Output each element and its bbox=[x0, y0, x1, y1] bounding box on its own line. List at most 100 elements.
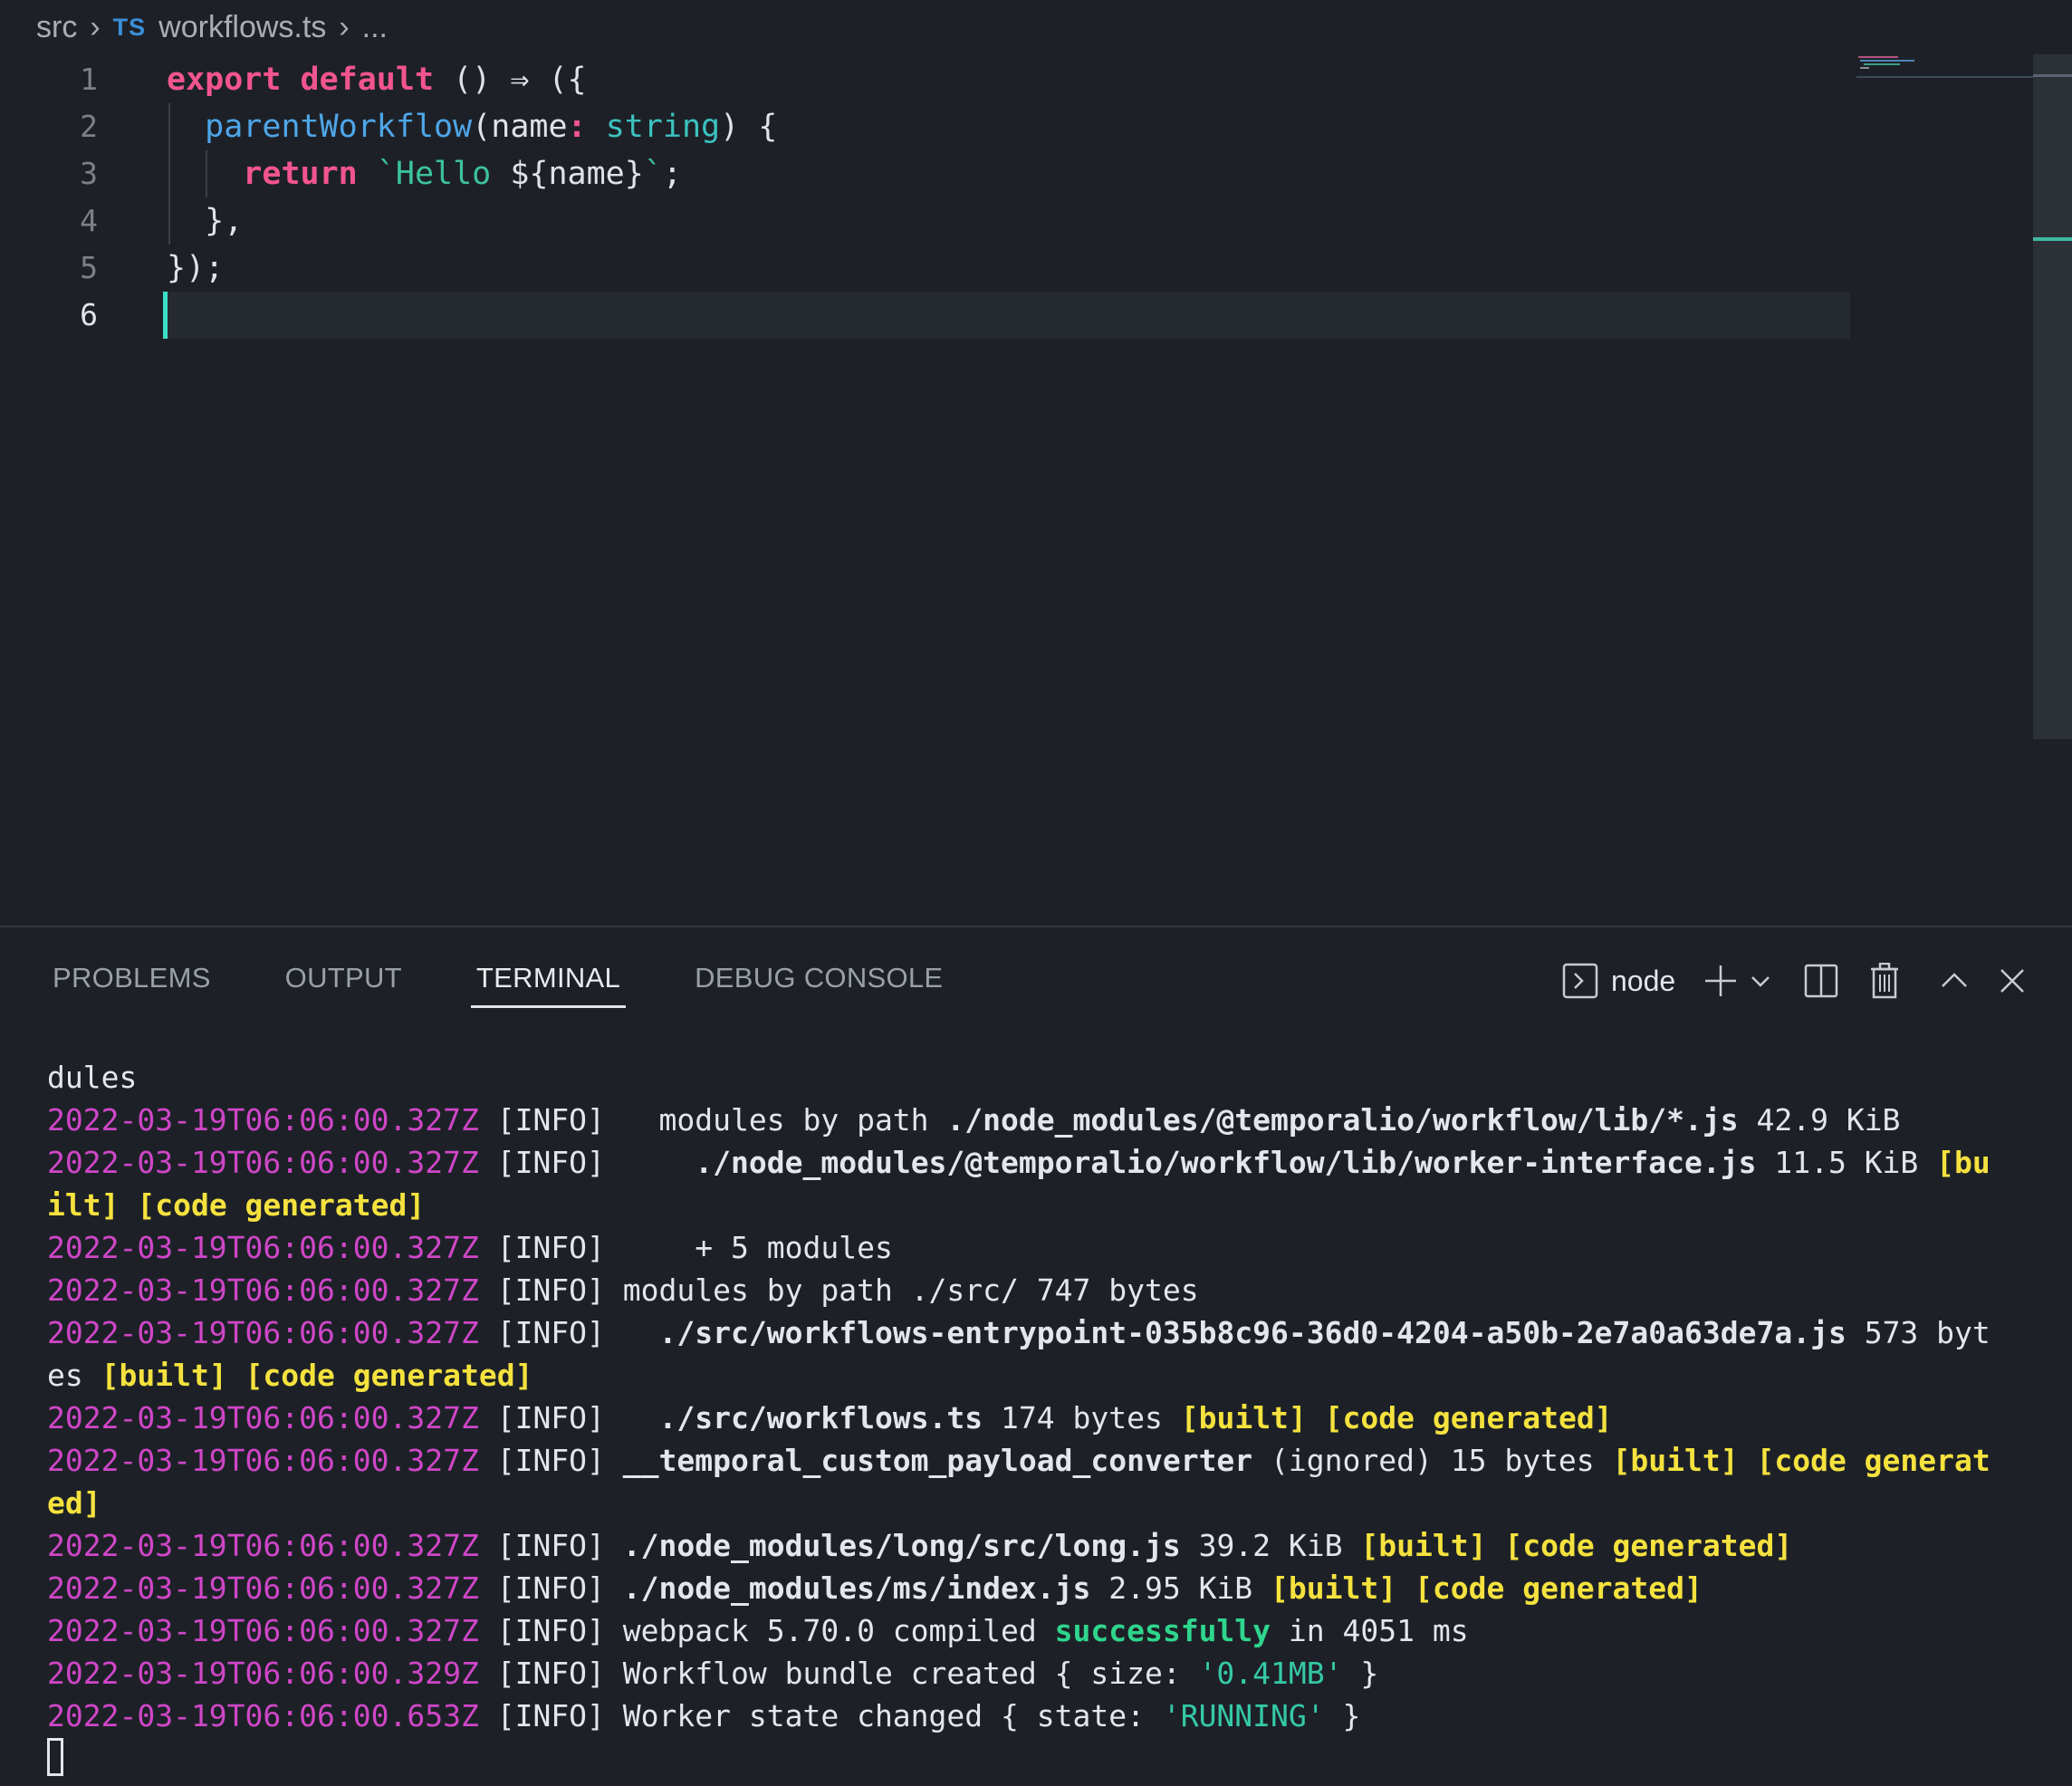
punctuation: }); bbox=[167, 250, 225, 286]
terminal-icon[interactable] bbox=[1562, 963, 1598, 999]
terminal-line: 2022-03-19T06:06:00.327Z [INFO] webpack … bbox=[47, 1609, 2048, 1652]
log-flag: [built] bbox=[101, 1358, 227, 1393]
terminal-line: dules bbox=[47, 1056, 2048, 1099]
code-text[interactable]: export default () ⇒ ({ parentWorkflow(na… bbox=[163, 56, 1850, 339]
terminal-line: 2022-03-19T06:06:00.327Z [INFO] ./node_m… bbox=[47, 1141, 2048, 1184]
log-path: ./src/workflows.ts bbox=[658, 1400, 983, 1436]
minimap-line bbox=[1858, 56, 1898, 58]
terminal-line: 2022-03-19T06:06:00.327Z [INFO] ./src/wo… bbox=[47, 1311, 2048, 1354]
code-line-5[interactable]: }); bbox=[167, 245, 1850, 292]
trash-icon[interactable] bbox=[1869, 963, 1900, 999]
keyword: export bbox=[167, 62, 282, 98]
tab-output[interactable]: OUTPUT bbox=[280, 955, 408, 1008]
breadcrumb-file[interactable]: workflows.ts bbox=[158, 10, 326, 45]
scrollbar-cursor-marker bbox=[2033, 237, 2072, 241]
tab-problems[interactable]: PROBLEMS bbox=[47, 955, 216, 1008]
line-number: 4 bbox=[80, 203, 98, 238]
close-icon[interactable] bbox=[2000, 968, 2025, 994]
punctuation: () ⇒ ({ bbox=[453, 62, 587, 98]
log-path: ./src/workflows-entrypoint-035b8c96-36d0… bbox=[658, 1315, 1847, 1350]
chevron-right-icon: › bbox=[339, 9, 350, 44]
keyword: default bbox=[300, 62, 435, 98]
terminal-cursor bbox=[47, 1738, 63, 1776]
log-flag: [code generated] bbox=[1415, 1570, 1703, 1606]
tab-debug-console[interactable]: DEBUG CONSOLE bbox=[689, 955, 948, 1008]
keyword: return bbox=[243, 156, 358, 192]
log-value: 'RUNNING' bbox=[1162, 1698, 1325, 1733]
line-number: 1 bbox=[80, 62, 98, 97]
log-timestamp: 2022-03-19T06:06:00.327Z bbox=[47, 1315, 479, 1350]
log-level: [INFO] bbox=[496, 1656, 605, 1691]
terminal-line: 2022-03-19T06:06:00.327Z [INFO] modules … bbox=[47, 1099, 2048, 1141]
log-level: [INFO] bbox=[496, 1443, 605, 1478]
terminal-line: ilt] [code generated] bbox=[47, 1184, 2048, 1226]
chevron-down-icon[interactable] bbox=[1750, 970, 1771, 992]
log-flag: [built] bbox=[1612, 1443, 1739, 1478]
bottom-panel: PROBLEMS OUTPUT TERMINAL DEBUG CONSOLE n… bbox=[0, 926, 2072, 1786]
log-level: [INFO] bbox=[496, 1528, 605, 1563]
log-level: [INFO] bbox=[496, 1145, 605, 1180]
terminal-prompt-line[interactable] bbox=[47, 1737, 2048, 1780]
line-number: 2 bbox=[80, 109, 98, 144]
terminal-line: 2022-03-19T06:06:00.327Z [INFO] ./node_m… bbox=[47, 1567, 2048, 1609]
log-flag: [code generated] bbox=[1504, 1528, 1793, 1563]
plus-icon[interactable] bbox=[1703, 963, 1739, 999]
log-timestamp: 2022-03-19T06:06:00.327Z bbox=[47, 1145, 479, 1180]
breadcrumb-folder[interactable]: src bbox=[36, 10, 77, 45]
log-path: ./node_modules/long/src/long.js bbox=[622, 1528, 1181, 1563]
log-text: dules bbox=[47, 1060, 138, 1095]
code-line-1[interactable]: export default () ⇒ ({ bbox=[167, 56, 1850, 103]
terminal-line: 2022-03-19T06:06:00.329Z [INFO] Workflow… bbox=[47, 1652, 2048, 1695]
code-line-3[interactable]: return `Hello ${name}`; bbox=[167, 150, 1850, 197]
log-timestamp: 2022-03-19T06:06:00.327Z bbox=[47, 1272, 479, 1308]
terminal-line: 2022-03-19T06:06:00.327Z [INFO] __tempor… bbox=[47, 1439, 2048, 1482]
log-text: webpack 5.70.0 compiled bbox=[622, 1613, 1055, 1648]
log-level: [INFO] bbox=[496, 1315, 605, 1350]
punctuation: ) { bbox=[720, 109, 778, 145]
log-text: + 5 modules bbox=[622, 1230, 893, 1265]
indent-guide bbox=[206, 150, 207, 197]
type-name: string bbox=[605, 109, 721, 145]
minimap-viewport bbox=[1856, 76, 2033, 78]
log-path: ./node_modules/@temporalio/workflow/lib/… bbox=[946, 1102, 1739, 1138]
log-size: 39.2 KiB bbox=[1180, 1528, 1361, 1563]
editor-scrollbar[interactable] bbox=[2033, 54, 2072, 739]
log-size: (ignored) 15 bytes bbox=[1252, 1443, 1613, 1478]
code-line-2[interactable]: parentWorkflow(name: string) { bbox=[167, 103, 1850, 150]
scrollbar-position-marker bbox=[2033, 74, 2072, 77]
log-level: [INFO] bbox=[496, 1698, 605, 1733]
log-flag: [code generated] bbox=[1324, 1400, 1613, 1436]
terminal-line: 2022-03-19T06:06:00.327Z [INFO] + 5 modu… bbox=[47, 1226, 2048, 1269]
log-level: [INFO] bbox=[496, 1230, 605, 1265]
log-level: [INFO] bbox=[496, 1102, 605, 1138]
editor-area[interactable]: src › TS workflows.ts › ... 1 2 3 4 5 6 … bbox=[0, 0, 2072, 926]
log-text: } bbox=[1324, 1698, 1361, 1733]
line-number: 3 bbox=[80, 156, 98, 191]
string-literal: `Hello bbox=[376, 156, 511, 192]
log-timestamp: 2022-03-19T06:06:00.653Z bbox=[47, 1698, 479, 1733]
log-text: Worker state changed { state: bbox=[622, 1698, 1163, 1733]
chevron-right-icon: › bbox=[90, 9, 101, 44]
log-flag: [built] bbox=[1180, 1400, 1307, 1436]
indent-guide bbox=[168, 103, 170, 150]
punctuation: (name bbox=[472, 109, 568, 145]
minimap[interactable] bbox=[1856, 54, 2033, 82]
terminal-profile-label[interactable]: node bbox=[1611, 965, 1675, 998]
terminal-line: 2022-03-19T06:06:00.327Z [INFO] ./node_m… bbox=[47, 1524, 2048, 1567]
panel-toolbar: node bbox=[1562, 958, 2025, 1003]
code-line-6[interactable] bbox=[163, 292, 1850, 339]
panel-tabs: PROBLEMS OUTPUT TERMINAL DEBUG CONSOLE bbox=[47, 955, 1012, 1008]
split-icon[interactable] bbox=[1804, 964, 1838, 998]
minimap-line bbox=[1860, 67, 1869, 69]
log-flag: ed] bbox=[47, 1485, 101, 1521]
code-line-4[interactable]: }, bbox=[167, 197, 1850, 245]
log-flag: [code generat bbox=[1738, 1443, 1990, 1478]
chevron-up-icon[interactable] bbox=[1940, 970, 1969, 992]
tab-terminal[interactable]: TERMINAL bbox=[470, 955, 627, 1008]
terminal-output[interactable]: dules 2022-03-19T06:06:00.327Z [INFO] mo… bbox=[47, 1056, 2048, 1780]
terminal-line: 2022-03-19T06:06:00.327Z [INFO] modules … bbox=[47, 1269, 2048, 1311]
log-value: '0.41MB' bbox=[1198, 1656, 1343, 1691]
breadcrumb-more[interactable]: ... bbox=[362, 10, 388, 45]
log-flag: [bu bbox=[1936, 1145, 1990, 1180]
